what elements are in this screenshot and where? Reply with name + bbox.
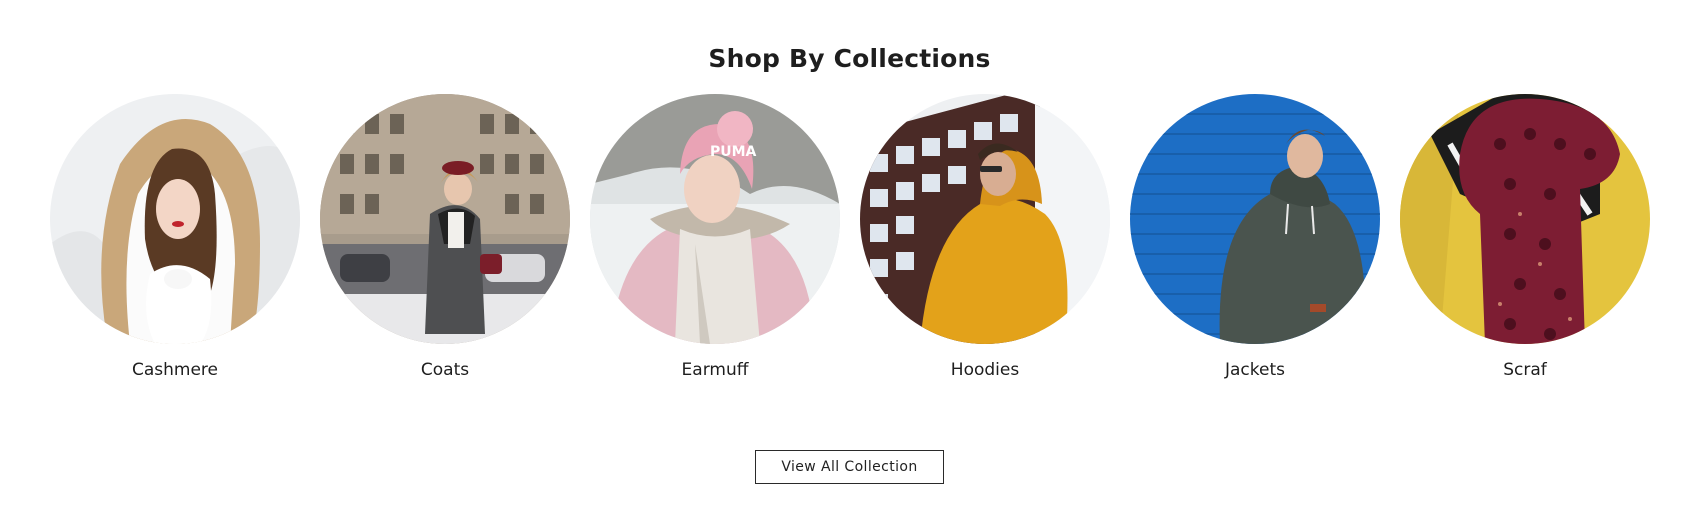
woman-pink-beanie-photo: PUMA (590, 94, 840, 344)
collection-label-scraf[interactable]: Scraf (1400, 360, 1650, 380)
collection-image-scraf[interactable] (1400, 94, 1650, 344)
man-yellow-hoodie-photo (860, 94, 1110, 344)
collection-image-jackets[interactable] (1130, 94, 1380, 344)
svg-text:PUMA: PUMA (710, 144, 757, 160)
collection-image-hoodies[interactable] (860, 94, 1110, 344)
woman-hood-snow-photo (50, 94, 300, 344)
collection-image-earmuff[interactable]: PUMA (590, 94, 840, 344)
collection-label-cashmere[interactable]: Cashmere (50, 360, 300, 380)
knitted-burgundy-scarf-photo (1400, 94, 1650, 344)
shop-by-collections-section: Shop By Collections Cashmere Coats PUMA … (0, 0, 1699, 514)
collection-card-scraf[interactable]: Scraf (1400, 94, 1650, 380)
collection-label-coats[interactable]: Coats (320, 360, 570, 380)
collection-card-cashmere[interactable]: Cashmere (50, 94, 300, 380)
collection-image-cashmere[interactable] (50, 94, 300, 344)
collection-card-hoodies[interactable]: Hoodies (860, 94, 1110, 380)
collection-card-coats[interactable]: Coats (320, 94, 570, 380)
collection-card-jackets[interactable]: Jackets (1130, 94, 1380, 380)
man-green-jacket-blue-wall-photo (1130, 94, 1380, 344)
collections-grid: Cashmere Coats PUMA Earmuff Hoodies Jack… (50, 94, 1650, 394)
collection-label-hoodies[interactable]: Hoodies (860, 360, 1110, 380)
collection-label-earmuff[interactable]: Earmuff (590, 360, 840, 380)
collection-card-earmuff[interactable]: PUMA Earmuff (590, 94, 840, 380)
woman-grey-coat-street-photo (320, 94, 570, 344)
collection-label-jackets[interactable]: Jackets (1130, 360, 1380, 380)
section-title: Shop By Collections (708, 44, 991, 73)
view-all-collection-button[interactable]: View All Collection (755, 450, 944, 484)
collection-image-coats[interactable] (320, 94, 570, 344)
